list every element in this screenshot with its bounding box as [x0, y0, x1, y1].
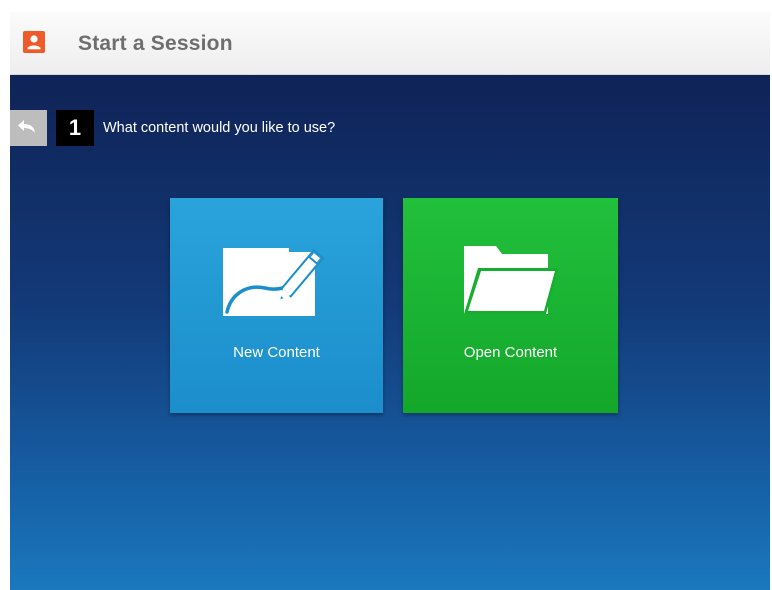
- new-content-button[interactable]: New Content: [170, 198, 383, 413]
- person-badge-icon: [23, 31, 45, 53]
- pen-on-paper-icon: [217, 238, 337, 327]
- wizard-panel: 1 What content would you like to use? Ne…: [10, 75, 770, 590]
- window-title: Start a Session: [78, 32, 233, 55]
- open-content-label: Open Content: [463, 344, 558, 361]
- back-button[interactable]: [10, 110, 47, 146]
- open-folder-icon: [456, 238, 566, 327]
- back-arrow-icon: [18, 120, 35, 133]
- start-session-window: Start a Session 1 What content would you…: [10, 12, 770, 590]
- new-content-label: New Content: [233, 344, 320, 361]
- step-question: What content would you like to use?: [103, 120, 336, 136]
- title-bar: Start a Session: [10, 12, 770, 75]
- step-number: 1: [56, 110, 94, 146]
- open-content-button[interactable]: Open Content: [403, 198, 618, 413]
